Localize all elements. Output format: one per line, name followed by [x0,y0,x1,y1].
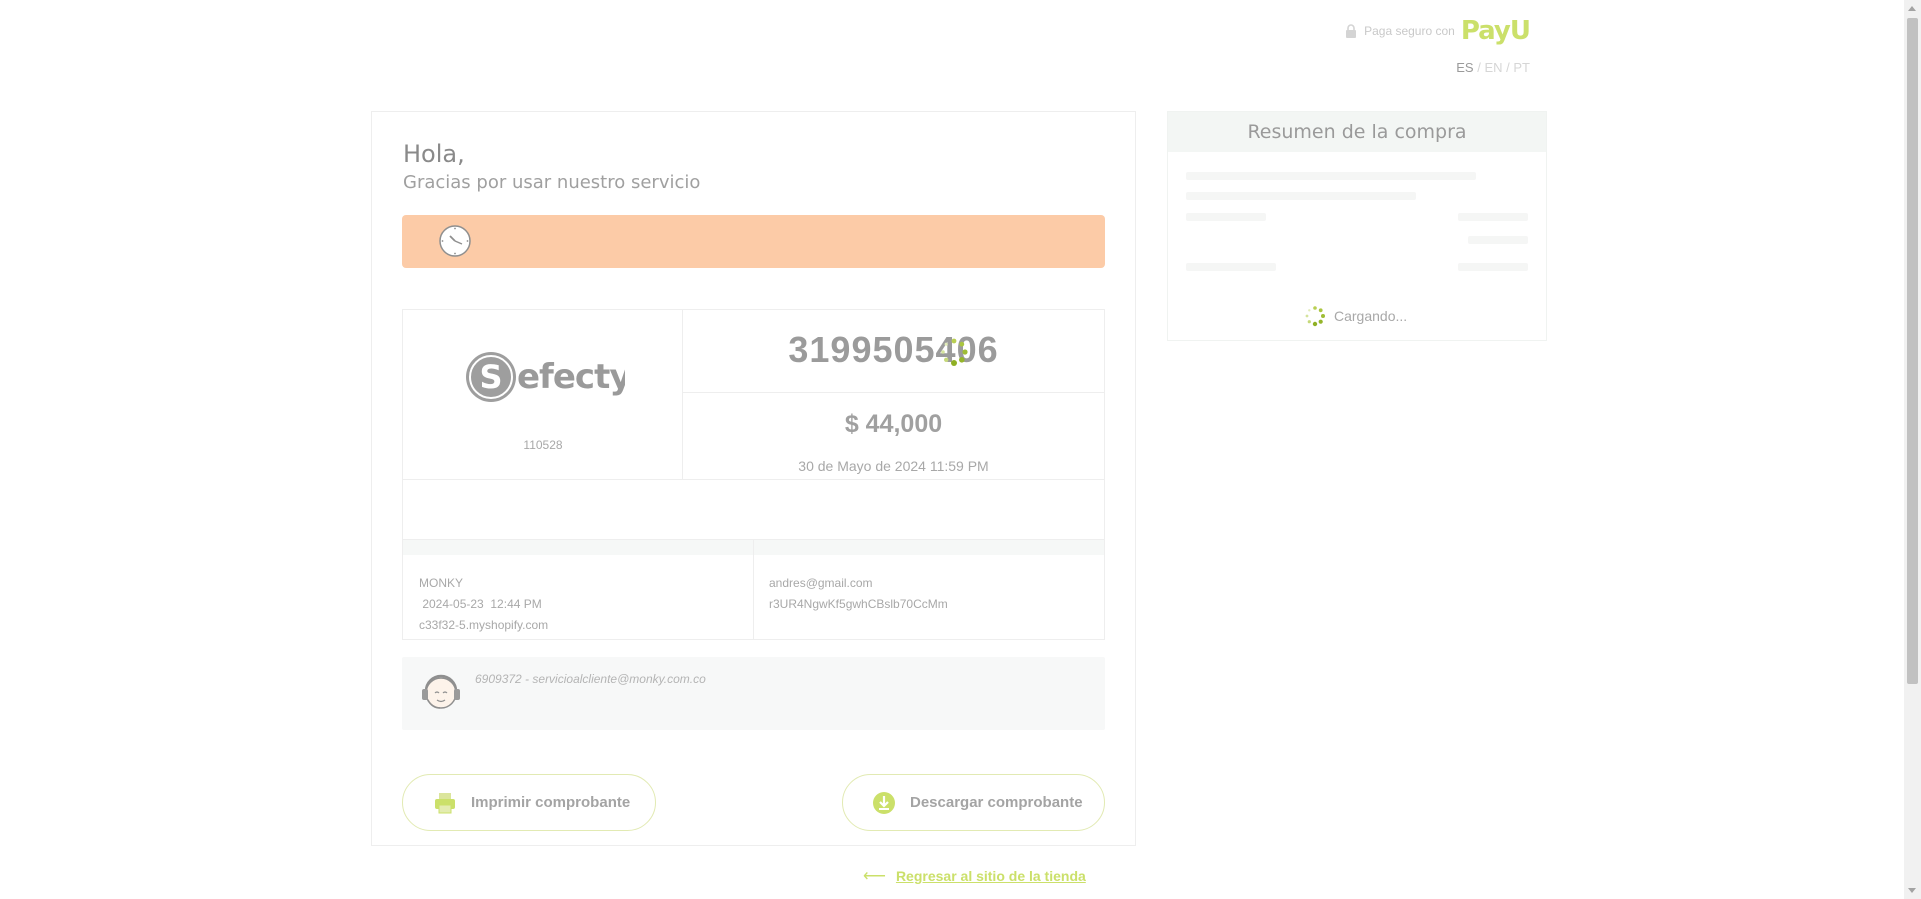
summary-placeholder-line [1186,172,1476,180]
support-phone: 6909372 - [475,672,533,686]
lang-es[interactable]: ES [1456,60,1473,75]
support-agent-icon [422,674,460,709]
svg-text:S: S [479,358,502,396]
language-switcher: ES / EN / PT [1456,60,1530,75]
payment-method-panel: S efecty 110528 [403,310,683,479]
lang-separator: / [1506,60,1510,75]
column-divider [753,540,754,639]
summary-placeholder-line [1186,213,1266,221]
order-reference: r3UR4NgwKf5gwhCBslb70CcMm [769,597,948,611]
summary-placeholder-line [1458,213,1528,221]
lang-en[interactable]: EN [1484,60,1502,75]
summary-placeholder-line [1186,192,1416,200]
lang-separator: / [1477,60,1481,75]
scrollbar-thumb[interactable] [1907,18,1918,684]
payment-amount: $ 44,000 [844,410,943,438]
download-receipt-label: Descargar comprobante [910,794,1083,811]
svg-text:efecty: efecty [517,357,625,397]
merchant-name: MONKY [419,576,464,590]
payment-info-box: S efecty 110528 3199505406 $ 44,000 30 d… [402,309,1105,541]
payu-logo: PayU [1460,16,1531,46]
scroll-down-arrow-icon[interactable] [1908,888,1916,893]
agreement-number: 110528 [523,438,563,452]
purchase-summary-panel: Resumen de la compra Cargando... [1167,111,1547,341]
loading-text: Cargando... [1334,308,1408,324]
summary-title: Resumen de la compra [1247,121,1467,143]
summary-placeholder-line [1468,236,1528,244]
back-arrow-icon: ⟵ [863,868,886,885]
header-bar: Paga seguro con PayU ES / EN / PT [1340,14,1531,75]
printer-icon [435,792,455,813]
scroll-up-arrow-icon[interactable] [1908,6,1916,11]
support-email[interactable]: servicioalcliente@monky.com.co [532,672,705,686]
efecty-logo: S efecty [466,352,625,402]
secure-text: Paga seguro con [1364,24,1455,38]
greeting-title: Hola, [403,140,465,168]
print-receipt-button[interactable]: Imprimir comprobante [402,774,656,831]
reference-panel: 3199505406 [683,310,1104,393]
buyer-info: andres@gmail.com r3UR4NgwKf5gwhCBslb70Cc… [769,573,948,615]
loading-spinner-icon [941,338,968,366]
payment-receipt-card: Hola, Gracias por usar nuestro servicio … [371,111,1136,846]
payment-reference-number: 3199505406 [788,329,999,370]
summary-placeholder-line [1458,263,1528,271]
print-receipt-label: Imprimir comprobante [471,794,631,811]
summary-placeholder-line [1186,263,1276,271]
summary-loading: Cargando... [1304,305,1407,327]
merchant-info: MONKY 2024-05-23 12:44 PM c33f32-5.mysho… [419,573,548,636]
divider [403,479,1104,480]
payment-due-date: 30 de Mayo de 2024 11:59 PM [798,458,989,474]
secure-payment-badge: Paga seguro con PayU [1344,16,1531,46]
loading-spinner-icon [1305,306,1325,327]
download-icon [873,791,895,814]
support-contact: 6909372 - servicioalcliente@monky.com.co [475,672,706,686]
page-scrollbar[interactable] [1904,0,1921,899]
pending-status-banner [402,215,1105,268]
back-to-store-label[interactable]: Regresar al sitio de la tienda [896,868,1086,884]
customer-support-box: 6909372 - servicioalcliente@monky.com.co [402,657,1105,730]
merchant-site: c33f32-5.myshopify.com [419,618,549,632]
download-receipt-button[interactable]: Descargar comprobante [842,774,1105,831]
order-date: 2024-05-23 12:44 PM [419,597,542,611]
clock-icon [439,225,471,257]
lang-pt[interactable]: PT [1513,60,1530,75]
greeting-subtitle: Gracias por usar nuestro servicio [403,172,701,193]
order-details: MONKY 2024-05-23 12:44 PM c33f32-5.mysho… [402,539,1105,640]
buyer-email: andres@gmail.com [769,576,873,590]
back-to-store-link[interactable]: ⟵ Regresar al sitio de la tienda [863,866,1086,886]
lock-icon [1346,24,1357,38]
